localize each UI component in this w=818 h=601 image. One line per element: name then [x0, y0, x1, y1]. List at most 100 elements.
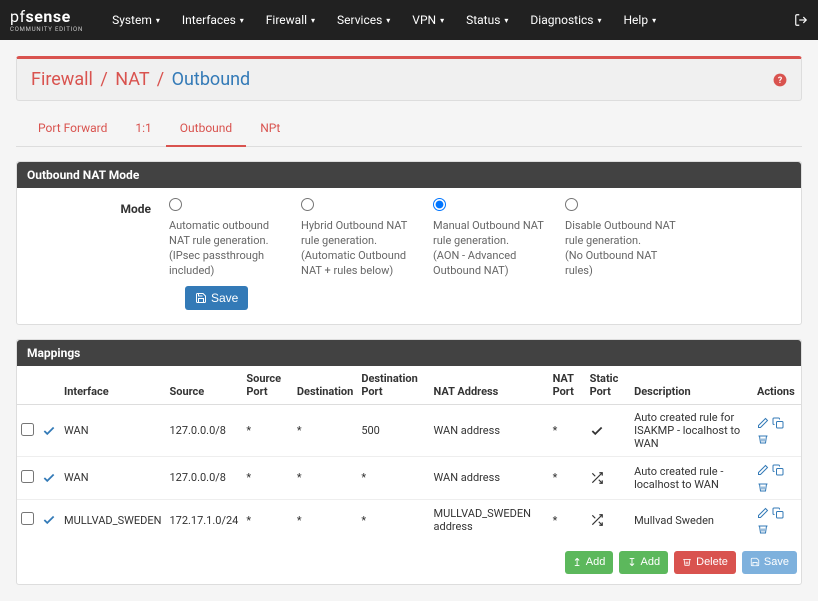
logo[interactable]: pfsense COMMUNITY EDITION — [10, 7, 83, 33]
delete-icon[interactable] — [757, 522, 769, 535]
check-icon — [590, 424, 604, 437]
tab-portforward[interactable]: Port Forward — [24, 113, 121, 146]
table-row: MULLVAD_SWEDEN172.17.1.0/24***MULLVAD_SW… — [17, 499, 801, 541]
mode-radio-1[interactable] — [301, 198, 314, 211]
navbar: pfsense COMMUNITY EDITION System▾Interfa… — [0, 0, 818, 40]
tab-11[interactable]: 1:1 — [121, 113, 165, 146]
tab-npt[interactable]: NPt — [246, 113, 294, 146]
cell-source-port: * — [242, 457, 293, 499]
cell-dest-port: * — [357, 499, 429, 541]
cell-description: Mullvad Sweden — [630, 499, 753, 541]
breadcrumb-firewall[interactable]: Firewall — [31, 69, 93, 90]
row-select[interactable] — [21, 423, 34, 436]
nav-status[interactable]: Status▾ — [455, 0, 519, 40]
cell-static-port — [586, 499, 631, 541]
delete-icon[interactable] — [757, 479, 769, 492]
cell-source-port: * — [242, 405, 293, 457]
row-actions — [757, 416, 797, 445]
copy-icon[interactable] — [772, 506, 784, 519]
mode-option-2: Manual Outbound NAT rule generation. (AO… — [433, 198, 565, 278]
caret-icon: ▾ — [311, 16, 315, 25]
cell-nat-address: MULLVAD_SWEDEN address — [430, 499, 549, 541]
help-icon[interactable]: ? — [773, 72, 787, 87]
cell-interface: WAN — [60, 457, 165, 499]
page-header: Firewall / NAT / Outbound ? — [16, 56, 802, 101]
rule-enabled-icon[interactable] — [42, 513, 56, 526]
save-mode-button[interactable]: Save — [185, 286, 248, 310]
mappings-table: InterfaceSourceSource PortDestinationDes… — [17, 366, 801, 540]
caret-icon: ▾ — [440, 16, 444, 25]
panel-header: Outbound NAT Mode — [17, 162, 801, 188]
rule-enabled-icon[interactable] — [42, 424, 56, 437]
copy-icon[interactable] — [772, 463, 784, 476]
nav-firewall[interactable]: Firewall▾ — [255, 0, 326, 40]
caret-icon: ▾ — [504, 16, 508, 25]
cell-nat-port: * — [549, 405, 586, 457]
mappings-panel: Mappings InterfaceSourceSource PortDesti… — [16, 339, 802, 584]
col-header: NAT Address — [430, 366, 549, 405]
logout-icon[interactable] — [794, 12, 808, 28]
breadcrumb-nat[interactable]: NAT — [115, 69, 149, 90]
edit-icon[interactable] — [757, 416, 769, 429]
mode-option-label: Manual Outbound NAT rule generation. (AO… — [433, 219, 544, 277]
caret-icon: ▾ — [652, 16, 656, 25]
save-order-button[interactable]: Save — [742, 551, 797, 574]
cell-description: Auto created rule for ISAKMP - localhost… — [630, 405, 753, 457]
cell-dest-port: 500 — [357, 405, 429, 457]
mode-radio-0[interactable] — [169, 198, 182, 211]
breadcrumb-outbound: Outbound — [172, 69, 251, 90]
col-header: Destination — [293, 366, 357, 405]
random-icon — [590, 513, 604, 526]
nav-system[interactable]: System▾ — [101, 0, 171, 40]
copy-icon[interactable] — [772, 416, 784, 429]
caret-icon: ▾ — [156, 16, 160, 25]
cell-interface: MULLVAD_SWEDEN — [60, 499, 165, 541]
nav-interfaces[interactable]: Interfaces▾ — [171, 0, 255, 40]
col-header: Description — [630, 366, 753, 405]
cell-source: 127.0.0.0/8 — [165, 405, 242, 457]
nav-vpn[interactable]: VPN▾ — [401, 0, 455, 40]
cell-source: 172.17.1.0/24 — [165, 499, 242, 541]
mode-option-3: Disable Outbound NAT rule generation. (N… — [565, 198, 697, 278]
row-select[interactable] — [21, 512, 34, 525]
mode-radio-3[interactable] — [565, 198, 578, 211]
panel-header: Mappings — [17, 340, 801, 366]
row-select[interactable] — [21, 470, 34, 483]
nav-items: System▾Interfaces▾Firewall▾Services▾VPN▾… — [101, 0, 794, 40]
action-buttons: ↥Add ↧Add Delete Save — [21, 551, 797, 574]
edit-icon[interactable] — [757, 506, 769, 519]
row-actions — [757, 463, 797, 492]
delete-button[interactable]: Delete — [674, 551, 736, 574]
col-header: Interface — [60, 366, 165, 405]
random-icon — [590, 471, 604, 484]
mode-radio-2[interactable] — [433, 198, 446, 211]
cell-interface: WAN — [60, 405, 165, 457]
caret-icon: ▾ — [386, 16, 390, 25]
breadcrumb: Firewall / NAT / Outbound — [31, 69, 250, 90]
cell-nat-address: WAN address — [430, 405, 549, 457]
nav-diagnostics[interactable]: Diagnostics▾ — [519, 0, 612, 40]
table-row: WAN127.0.0.0/8***WAN address*Auto create… — [17, 457, 801, 499]
cell-description: Auto created rule - localhost to WAN — [630, 457, 753, 499]
tab-outbound[interactable]: Outbound — [166, 113, 246, 146]
col-header: NAT Port — [549, 366, 586, 405]
cell-destination: * — [293, 457, 357, 499]
cell-nat-port: * — [549, 457, 586, 499]
edit-icon[interactable] — [757, 463, 769, 476]
cell-destination: * — [293, 499, 357, 541]
nav-help[interactable]: Help▾ — [612, 0, 667, 40]
delete-icon[interactable] — [757, 432, 769, 445]
mode-label: Mode — [33, 198, 169, 278]
cell-static-port — [586, 405, 631, 457]
row-actions — [757, 506, 797, 535]
add-top-button[interactable]: ↥Add — [565, 551, 614, 574]
cell-source: 127.0.0.0/8 — [165, 457, 242, 499]
mode-option-label: Hybrid Outbound NAT rule generation. (Au… — [301, 219, 407, 277]
rule-enabled-icon[interactable] — [42, 471, 56, 484]
mode-option-0: Automatic outbound NAT rule generation. … — [169, 198, 301, 278]
caret-icon: ▾ — [240, 16, 244, 25]
nav-services[interactable]: Services▾ — [326, 0, 401, 40]
cell-static-port — [586, 457, 631, 499]
add-bottom-button[interactable]: ↧Add — [619, 551, 668, 574]
mode-option-label: Disable Outbound NAT rule generation. (N… — [565, 219, 676, 277]
